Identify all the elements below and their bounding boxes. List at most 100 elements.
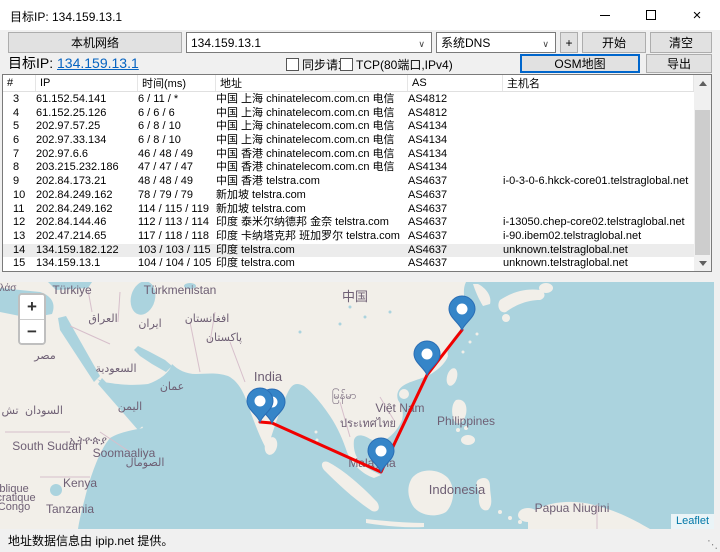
map-label: Papua Niugini: [535, 501, 610, 515]
map-label: ประเทศไทย: [340, 417, 396, 430]
cell-time: 103 / 103 / 115: [138, 244, 216, 258]
cell-host: [503, 203, 694, 217]
route-map[interactable]: λάσTürkiyeTürkmenistan中国العراقايرانافغان…: [0, 282, 714, 529]
target-ip-line: 目标IP: 134.159.13.1: [8, 53, 139, 73]
map-canvas[interactable]: λάσTürkiyeTürkmenistan中国العراقايرانافغان…: [0, 282, 714, 529]
cell-host: unknown.telstraglobal.net: [503, 244, 694, 258]
table-row[interactable]: 5202.97.57.256 / 8 / 10中国 上海 chinateleco…: [3, 120, 694, 134]
target-ip-label: 目标IP:: [8, 55, 53, 71]
clear-button[interactable]: 清空: [650, 32, 712, 53]
map-label: الصومال: [126, 457, 165, 469]
map-label: Indonesia: [429, 482, 486, 497]
arrow-down-icon: [699, 261, 707, 266]
statusbar-text: 地址数据信息由 ipip.net 提供。: [8, 532, 173, 549]
cell-num: 11: [3, 203, 36, 217]
vertical-scrollbar[interactable]: [694, 75, 711, 271]
table-row[interactable]: 13202.47.214.65117 / 118 / 118印度 卡纳塔克邦 班…: [3, 230, 694, 244]
map-label: Türkmenistan: [144, 283, 217, 297]
map-label: مصر: [33, 350, 56, 362]
cell-time: 104 / 104 / 105: [138, 257, 216, 271]
cell-host: i-90.ibem02.telstraglobal.net: [503, 230, 694, 244]
minimize-button[interactable]: [582, 0, 628, 30]
table-row[interactable]: 14134.159.182.122103 / 103 / 115印度 telst…: [3, 244, 694, 258]
map-label: السودان: [25, 405, 63, 417]
close-icon: ×: [693, 8, 702, 23]
table-row[interactable]: 6202.97.33.1346 / 8 / 10中国 上海 chinatelec…: [3, 134, 694, 148]
dns-select[interactable]: 系统DNS ∨: [436, 32, 556, 53]
close-button[interactable]: ×: [674, 0, 720, 30]
maximize-button[interactable]: [628, 0, 674, 30]
column-header-num[interactable]: #: [3, 75, 36, 91]
cell-addr: 印度 泰米尔纳德邦 金奈 telstra.com: [216, 216, 408, 230]
table-row[interactable]: 9202.84.173.2148 / 48 / 49中国 香港 telstra.…: [3, 175, 694, 189]
zoom-in-button[interactable]: +: [20, 295, 44, 319]
start-button[interactable]: 开始: [582, 32, 646, 53]
table-row[interactable]: 10202.84.249.16278 / 79 / 79新加坡 telstra.…: [3, 189, 694, 203]
scrollbar-thumb[interactable]: [695, 110, 710, 255]
map-attribution: Leaflet: [671, 514, 714, 529]
table-row[interactable]: 361.152.54.1416 / 11 / *中国 上海 chinatelec…: [3, 93, 694, 107]
scroll-up-button[interactable]: [694, 75, 711, 91]
chevron-down-icon[interactable]: ∨: [418, 39, 425, 50]
local-network-button[interactable]: 本机网络: [8, 32, 182, 53]
map-label: Tanzania: [46, 502, 94, 516]
cell-addr: 中国 香港 chinatelecom.com.cn 电信: [216, 148, 408, 162]
cell-addr: 中国 上海 chinatelecom.com.cn 电信: [216, 134, 408, 148]
cell-host: i-0-3-0-6.hkck-core01.telstraglobal.net: [503, 175, 694, 189]
cell-addr: 中国 香港 chinatelecom.com.cn 电信: [216, 161, 408, 175]
window-title: 目标IP: 134.159.13.1: [10, 8, 122, 25]
tcp-port-checkbox[interactable]: TCP(80端口,IPv4): [340, 56, 453, 73]
map-label: λάσ: [0, 282, 17, 294]
export-button[interactable]: 导出: [646, 54, 712, 73]
cell-ip: 202.84.249.162: [36, 203, 138, 217]
cell-ip: 61.152.54.141: [36, 93, 138, 107]
tcp-port-label: TCP(80端口,IPv4): [356, 56, 453, 73]
table-row[interactable]: 12202.84.144.46112 / 113 / 114印度 泰米尔纳德邦 …: [3, 216, 694, 230]
cell-ip: 202.97.6.6: [36, 148, 138, 162]
cell-ip: 202.84.144.46: [36, 216, 138, 230]
resize-grip[interactable]: ⋱: [707, 538, 718, 551]
column-header-as[interactable]: AS: [408, 75, 503, 91]
zoom-out-button[interactable]: −: [20, 319, 44, 343]
cell-ip: 202.97.33.134: [36, 134, 138, 148]
checkbox-box[interactable]: [286, 58, 299, 71]
leaflet-link[interactable]: Leaflet: [676, 515, 709, 527]
cell-num: 3: [3, 93, 36, 107]
target-ip-link[interactable]: 134.159.13.1: [57, 55, 139, 71]
column-header-host[interactable]: 主机名: [503, 75, 694, 91]
cell-host: [503, 107, 694, 121]
cell-num: 5: [3, 120, 36, 134]
table-row[interactable]: 15134.159.13.1104 / 104 / 105印度 telstra.…: [3, 257, 694, 271]
cell-ip: 202.84.173.21: [36, 175, 138, 189]
cell-time: 78 / 79 / 79: [138, 189, 216, 203]
cell-addr: 中国 香港 telstra.com: [216, 175, 408, 189]
osm-map-button[interactable]: OSM地图: [520, 54, 640, 73]
chevron-down-icon[interactable]: ∨: [542, 39, 549, 50]
cell-ip: 134.159.182.122: [36, 244, 138, 258]
cell-time: 114 / 115 / 119: [138, 203, 216, 217]
scroll-down-button[interactable]: [694, 255, 711, 271]
table-row[interactable]: 461.152.25.1266 / 6 / 6中国 上海 chinateleco…: [3, 107, 694, 121]
cell-num: 15: [3, 257, 36, 271]
checkbox-box[interactable]: [340, 58, 353, 71]
target-ip-combobox[interactable]: 134.159.13.1 ∨: [186, 32, 432, 53]
cell-as: AS4134: [408, 161, 503, 175]
cell-host: [503, 134, 694, 148]
cell-as: AS4134: [408, 120, 503, 134]
cell-as: AS4637: [408, 189, 503, 203]
cell-as: AS4637: [408, 230, 503, 244]
table-row[interactable]: 7202.97.6.646 / 48 / 49中国 香港 chinateleco…: [3, 148, 694, 162]
cell-time: 47 / 47 / 47: [138, 161, 216, 175]
column-header-ip[interactable]: IP: [36, 75, 138, 91]
column-header-time[interactable]: 时间(ms): [138, 75, 216, 91]
column-header-addr[interactable]: 地址: [216, 75, 408, 91]
table-row[interactable]: 8203.215.232.18647 / 47 / 47中国 香港 chinat…: [3, 161, 694, 175]
cell-num: 6: [3, 134, 36, 148]
cell-host: [503, 189, 694, 203]
minimize-icon: [600, 15, 610, 16]
statusbar: 地址数据信息由 ipip.net 提供。: [0, 529, 720, 552]
table-row[interactable]: 11202.84.249.162114 / 115 / 119新加坡 telst…: [3, 203, 694, 217]
map-label: تش: [1, 405, 18, 417]
cell-host: [503, 148, 694, 162]
add-button[interactable]: +: [560, 32, 578, 53]
